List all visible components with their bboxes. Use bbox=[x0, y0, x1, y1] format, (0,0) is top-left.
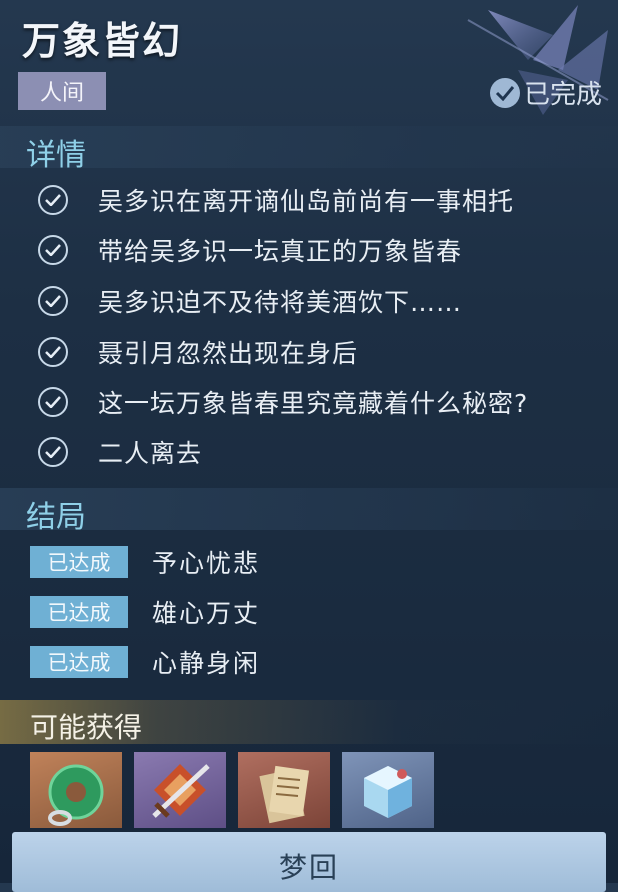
detail-item: 吴多识在离开谪仙岛前尚有一事相托 bbox=[38, 180, 514, 220]
achieved-badge: 已达成 bbox=[30, 546, 128, 578]
ending-label: 雄心万丈 bbox=[152, 599, 261, 628]
achieved-badge: 已达成 bbox=[30, 596, 128, 628]
ending-label: 予心忧悲 bbox=[152, 549, 261, 578]
details-heading: 详情 bbox=[26, 138, 86, 173]
detail-item: 二人离去 bbox=[38, 432, 202, 472]
quest-title: 万象皆幻 bbox=[22, 18, 183, 63]
checkmark-icon bbox=[489, 77, 520, 108]
completion-status: 已完成 bbox=[489, 74, 602, 111]
achieved-badge: 已达成 bbox=[30, 646, 128, 678]
details-header: 详情 bbox=[0, 126, 618, 173]
ending-item[interactable]: 已达成 心静身闲 bbox=[30, 645, 260, 679]
check-circle-icon bbox=[38, 185, 68, 215]
reward-slot[interactable] bbox=[30, 752, 122, 828]
endings-header: 结局 bbox=[0, 488, 618, 535]
sword-emblem-icon bbox=[152, 764, 210, 818]
status-label: 已完成 bbox=[523, 80, 602, 110]
reward-slot[interactable] bbox=[134, 752, 226, 828]
ending-item[interactable]: 已达成 雄心万丈 bbox=[30, 595, 260, 629]
letter-scroll-icon bbox=[259, 765, 310, 824]
ending-label: 心静身闲 bbox=[152, 649, 261, 678]
realm-tag: 人间 bbox=[18, 72, 106, 110]
check-circle-icon bbox=[38, 387, 68, 417]
dream-return-button[interactable]: 梦回 bbox=[12, 832, 606, 892]
detail-item: 吴多识迫不及待将美酒饮下…… bbox=[38, 281, 462, 321]
jade-pendant-icon bbox=[48, 764, 104, 826]
check-circle-icon bbox=[38, 337, 68, 367]
rewards-heading: 可能获得 bbox=[30, 711, 143, 744]
reward-slot[interactable] bbox=[342, 752, 434, 828]
check-circle-icon bbox=[38, 437, 68, 467]
detail-item: 这一坛万象皆春里究竟藏着什么秘密? bbox=[38, 382, 528, 422]
detail-item: 带给吴多识一坛真正的万象皆春 bbox=[38, 230, 462, 270]
rewards-header: 可能获得 bbox=[0, 700, 618, 744]
detail-item: 聂引月忽然出现在身后 bbox=[38, 332, 358, 372]
check-circle-icon bbox=[38, 286, 68, 316]
reward-slot[interactable] bbox=[238, 752, 330, 828]
ending-item[interactable]: 已达成 予心忧悲 bbox=[30, 545, 260, 579]
ice-cube-icon bbox=[364, 766, 412, 818]
check-circle-icon bbox=[38, 235, 68, 265]
endings-heading: 结局 bbox=[26, 500, 86, 535]
